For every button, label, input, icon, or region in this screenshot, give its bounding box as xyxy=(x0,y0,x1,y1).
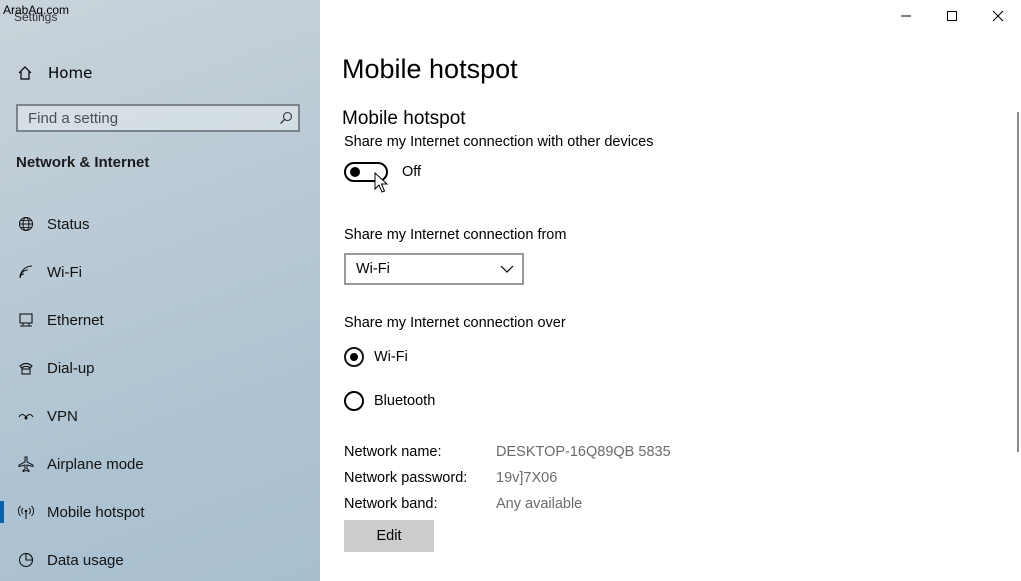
airplane-icon xyxy=(16,454,36,474)
data-usage-icon xyxy=(16,550,36,570)
sidebar-item-data-usage[interactable]: Data usage xyxy=(0,536,320,581)
sidebar-item-label: VPN xyxy=(47,407,78,425)
search-icon[interactable] xyxy=(274,111,298,125)
page-title: Mobile hotspot xyxy=(342,54,518,84)
sidebar-item-label: Airplane mode xyxy=(47,455,144,473)
sidebar-item-label: Mobile hotspot xyxy=(47,503,145,521)
scrollbar[interactable] xyxy=(1017,112,1019,452)
dialup-icon xyxy=(16,358,36,378)
close-button[interactable] xyxy=(975,0,1021,32)
sidebar-item-label: Dial-up xyxy=(47,359,95,377)
minimize-button[interactable] xyxy=(883,0,929,32)
minimize-icon xyxy=(901,15,911,17)
network-password-row: Network password: 19v]7X06 xyxy=(344,470,557,486)
vpn-icon xyxy=(16,406,36,426)
home-nav-item[interactable]: Home xyxy=(16,60,306,86)
network-name-row: Network name: DESKTOP-16Q89QB 5835 xyxy=(344,444,671,460)
search-box[interactable] xyxy=(16,104,300,132)
home-icon xyxy=(16,64,34,82)
maximize-icon xyxy=(947,11,957,21)
radio-label: Bluetooth xyxy=(374,393,436,409)
search-input[interactable] xyxy=(18,106,274,130)
edit-button[interactable]: Edit xyxy=(344,520,434,552)
sidebar-item-vpn[interactable]: VPN xyxy=(0,392,320,440)
share-over-label: Share my Internet connection over xyxy=(344,315,566,331)
sidebar: Settings ArabAq.com Home Network & Inter… xyxy=(0,0,320,581)
sidebar-item-status[interactable]: Status xyxy=(0,200,320,248)
network-band-key: Network band: xyxy=(344,496,438,512)
sidebar-section-title: Network & Internet xyxy=(16,154,150,171)
section-title: Mobile hotspot xyxy=(342,108,466,129)
sidebar-item-label: Data usage xyxy=(47,551,124,569)
chevron-down-icon xyxy=(492,264,522,274)
network-band-row: Network band: Any available xyxy=(344,496,582,512)
sidebar-nav: Status Wi-Fi Ethernet Dial-up VPN Airpla… xyxy=(0,200,320,581)
toggle-state-label: Off xyxy=(402,164,422,180)
sidebar-item-label: Wi-Fi xyxy=(47,263,82,281)
share-from-label: Share my Internet connection from xyxy=(344,227,567,243)
share-label: Share my Internet connection with other … xyxy=(344,134,654,150)
sidebar-item-airplane-mode[interactable]: Airplane mode xyxy=(0,440,320,488)
share-from-value: Wi-Fi xyxy=(356,261,390,277)
close-icon xyxy=(992,10,1004,22)
radio-bluetooth[interactable]: Bluetooth xyxy=(344,391,435,411)
toggle-knob xyxy=(350,167,360,177)
sidebar-item-ethernet[interactable]: Ethernet xyxy=(0,296,320,344)
network-password-key: Network password: xyxy=(344,470,468,486)
sidebar-item-wifi[interactable]: Wi-Fi xyxy=(0,248,320,296)
mouse-cursor-icon xyxy=(374,171,389,198)
network-password-value: 19v]7X06 xyxy=(496,470,558,486)
sidebar-item-mobile-hotspot[interactable]: Mobile hotspot xyxy=(0,488,320,536)
window-controls xyxy=(883,0,1021,32)
hotspot-icon xyxy=(16,502,36,522)
network-name-value: DESKTOP-16Q89QB 5835 xyxy=(496,444,671,460)
sidebar-item-label: Ethernet xyxy=(47,311,104,329)
wifi-icon xyxy=(16,262,36,282)
watermark: ArabAq.com xyxy=(3,3,70,17)
network-name-key: Network name: xyxy=(344,444,442,460)
sidebar-item-label: Status xyxy=(47,215,90,233)
radio-label: Wi-Fi xyxy=(374,349,408,365)
home-label: Home xyxy=(48,64,93,82)
radio-wifi[interactable]: Wi-Fi xyxy=(344,347,408,367)
maximize-button[interactable] xyxy=(929,0,975,32)
globe-icon xyxy=(16,214,36,234)
main-content: Mobile hotspot Mobile hotspot Share my I… xyxy=(320,0,1021,581)
share-from-dropdown[interactable]: Wi-Fi xyxy=(344,253,524,285)
radio-button[interactable] xyxy=(344,391,364,411)
sidebar-item-dialup[interactable]: Dial-up xyxy=(0,344,320,392)
network-band-value: Any available xyxy=(496,496,583,512)
radio-button-checked[interactable] xyxy=(344,347,364,367)
ethernet-icon xyxy=(16,310,36,330)
